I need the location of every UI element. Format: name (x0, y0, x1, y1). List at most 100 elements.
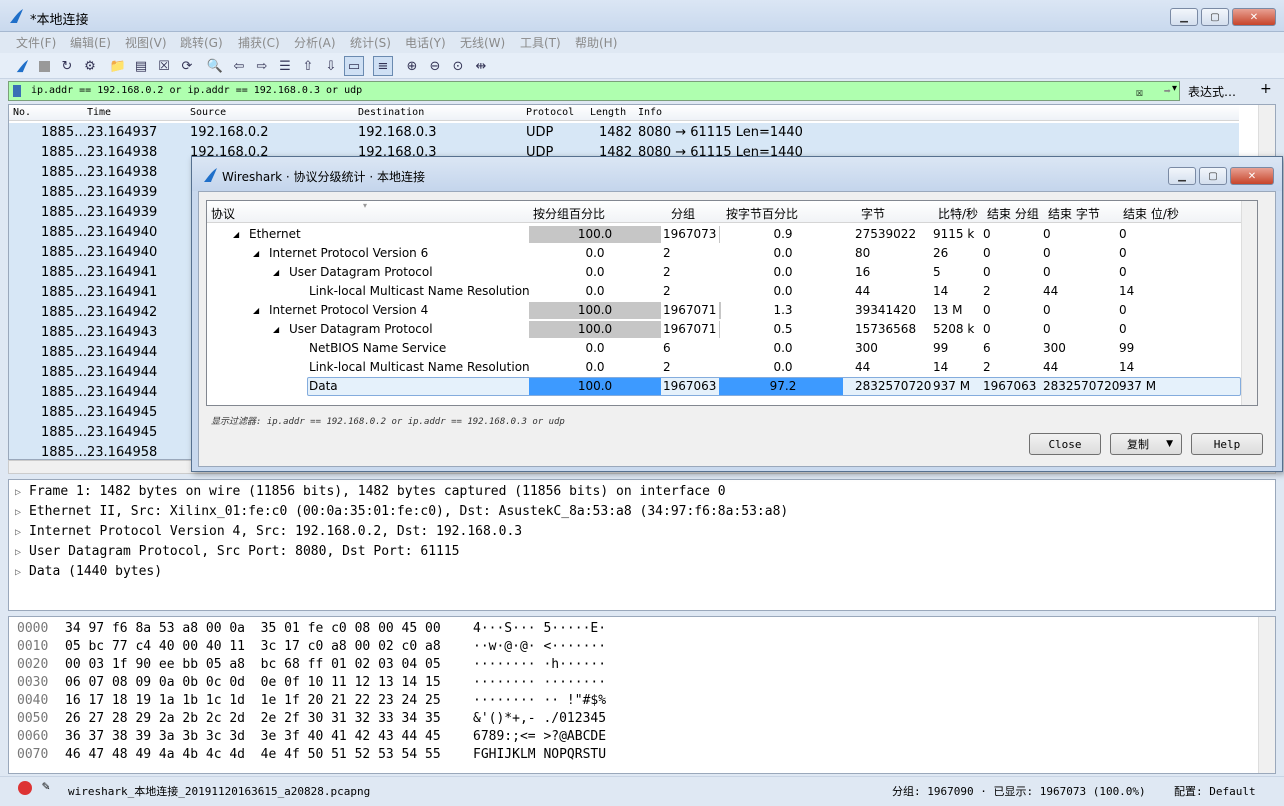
menu-analyze[interactable]: 分析(A) (294, 34, 336, 51)
expand-icon[interactable]: ▷ (15, 487, 21, 498)
hdr-end-bps[interactable]: 结束 位/秒 (1123, 205, 1179, 222)
protocol-row[interactable]: NetBIOS Name Service 0.0 6 0.0 300 99 6 300 99 (207, 339, 1243, 358)
go-to-packet-icon[interactable]: ☰ (275, 56, 295, 76)
stop-capture-icon[interactable] (34, 56, 54, 76)
dialog-maximize-button[interactable]: ▢ (1199, 167, 1227, 185)
collapse-triangle-icon[interactable]: ◢ (273, 268, 279, 277)
expression-button[interactable]: 表达式… (1188, 83, 1236, 100)
copy-button[interactable]: 复制 ▼ (1110, 433, 1182, 455)
packet-details[interactable]: ▷ Frame 1: 1482 bytes on wire (11856 bits… (8, 479, 1276, 611)
protocol-tree[interactable]: 协议 ▾ 按分组百分比 分组 按字节百分比 字节 比特/秒 结束 分组 结束 字… (206, 200, 1258, 406)
find-packet-icon[interactable]: 🔍 (205, 56, 225, 76)
close-button[interactable]: ✕ (1232, 8, 1276, 26)
packet-percent: 0.0 (585, 341, 605, 355)
apply-filter-icon[interactable]: ➡ (1164, 82, 1171, 100)
menu-capture[interactable]: 捕获(C) (238, 34, 280, 51)
hdr-packets[interactable]: 分组 (671, 205, 695, 222)
protocol-row[interactable]: ◢ Ethernet 100.0 1967073 0.9 27539022 9115 k 0 0… (207, 225, 1243, 244)
protocol-tree-scrollbar[interactable] (1241, 201, 1257, 405)
open-file-icon[interactable]: 📁 (108, 56, 128, 76)
dialog-close-action-button[interactable]: Close (1029, 433, 1101, 455)
expand-icon[interactable]: ▷ (15, 507, 21, 518)
expand-icon[interactable]: ▷ (15, 527, 21, 538)
detail-ethernet[interactable]: ▷ Ethernet II, Src: Xilinx_01:fe:c0 (00:0… (15, 504, 788, 519)
packet-row[interactable]: 1885… 23.164937 192.168.0.2 192.168.0.3 UDP 1… (9, 123, 1239, 143)
save-file-icon[interactable]: ▤ (131, 56, 151, 76)
zoom-out-icon[interactable]: ⊖ (425, 56, 445, 76)
col-source[interactable]: Source (190, 107, 226, 118)
hdr-bytes[interactable]: 字节 (861, 205, 885, 222)
autoscroll-icon[interactable]: ▭ (344, 56, 364, 76)
minimize-button[interactable]: ▁ (1170, 8, 1198, 26)
detail-frame[interactable]: ▷ Frame 1: 1482 bytes on wire (11856 bits… (15, 484, 726, 499)
collapse-triangle-icon[interactable]: ◢ (253, 249, 259, 258)
expand-icon[interactable]: ▷ (15, 567, 21, 578)
menu-wireless[interactable]: 无线(W) (460, 34, 505, 51)
protocol-row[interactable]: ◢ Internet Protocol Version 4 100.0 1967071… (207, 301, 1243, 320)
collapse-triangle-icon[interactable]: ◢ (273, 325, 279, 334)
colorize-icon[interactable]: ≡ (373, 56, 393, 76)
expert-info-icon[interactable] (18, 781, 32, 795)
go-back-icon[interactable]: ⇦ (229, 56, 249, 76)
col-info[interactable]: Info (638, 107, 662, 118)
menu-help[interactable]: 帮助(H) (575, 34, 617, 51)
collapse-triangle-icon[interactable]: ◢ (233, 230, 239, 239)
protocol-row[interactable]: ◢ Internet Protocol Version 6 0.0 2 0.0 80 26 0… (207, 244, 1243, 263)
resize-columns-icon[interactable]: ⇹ (471, 56, 491, 76)
zoom-normal-icon[interactable]: ⊙ (448, 56, 468, 76)
status-file: wireshark_本地连接_20191120163615_a20828.pca… (68, 785, 371, 798)
collapse-triangle-icon[interactable]: ◢ (253, 306, 259, 315)
packet-cell: 1885… (41, 285, 88, 300)
bytes-scrollbar[interactable] (1258, 617, 1275, 773)
reload-file-icon[interactable]: ⟳ (177, 56, 197, 76)
hdr-end-packets[interactable]: 结束 分组 (987, 205, 1039, 222)
menu-telephony[interactable]: 电话(Y) (405, 34, 446, 51)
zoom-in-icon[interactable]: ⊕ (402, 56, 422, 76)
restart-capture-icon[interactable]: ↻ (57, 56, 77, 76)
close-file-icon[interactable]: ☒ (154, 56, 174, 76)
protocol-row[interactable]: Link-local Multicast Name Resolution 0.0 2… (207, 282, 1243, 301)
protocol-row[interactable]: Data 100.0 1967063 97.2 2832570720 937 M 19670… (207, 377, 1243, 396)
first-packet-icon[interactable]: ⇧ (298, 56, 318, 76)
detail-data[interactable]: ▷ Data (1440 bytes) (15, 564, 162, 579)
capture-options-icon[interactable]: ⚙ (80, 56, 100, 76)
col-length[interactable]: Length (590, 107, 626, 118)
col-no[interactable]: No. (13, 107, 31, 118)
packet-bytes[interactable]: 0000 34 97 f6 8a 53 a8 00 0a 35 01 fe c0 … (8, 616, 1276, 774)
help-button[interactable]: Help (1191, 433, 1263, 455)
menu-edit[interactable]: 编辑(E) (70, 34, 111, 51)
hdr-byte-pct[interactable]: 按字节百分比 (726, 205, 798, 222)
hdr-end-bytes[interactable]: 结束 字节 (1048, 205, 1100, 222)
start-capture-icon[interactable] (12, 56, 32, 76)
dialog-minimize-button[interactable]: ▁ (1168, 167, 1196, 185)
comment-icon[interactable]: ✎ (42, 779, 50, 794)
protocol-row[interactable]: ◢ User Datagram Protocol 100.0 1967071 0.5 15… (207, 320, 1243, 339)
protocol-row[interactable]: ◢ User Datagram Protocol 0.0 2 0.0 16 5 0 0 0 (207, 263, 1243, 282)
col-destination[interactable]: Destination (358, 107, 424, 118)
hdr-bps[interactable]: 比特/秒 (938, 205, 978, 222)
dialog-close-button[interactable]: ✕ (1230, 167, 1274, 185)
clear-filter-icon[interactable]: ☒ (1136, 83, 1143, 101)
detail-udp[interactable]: ▷ User Datagram Protocol, Src Port: 8080,… (15, 544, 460, 559)
filter-dropdown-icon[interactable]: ▾ (1172, 83, 1177, 94)
add-filter-button[interactable]: + (1260, 81, 1272, 97)
menu-file[interactable]: 文件(F) (16, 34, 56, 51)
detail-ipv4[interactable]: ▷ Internet Protocol Version 4, Src: 192.1… (15, 524, 522, 539)
go-forward-icon[interactable]: ⇨ (252, 56, 272, 76)
bookmark-icon[interactable] (13, 85, 21, 97)
menu-go[interactable]: 跳转(G) (180, 34, 223, 51)
status-profile[interactable]: 配置: Default (1174, 783, 1256, 799)
packet-percent: 0.0 (585, 360, 605, 374)
menu-view[interactable]: 视图(V) (125, 34, 167, 51)
maximize-button[interactable]: ▢ (1201, 8, 1229, 26)
menu-tools[interactable]: 工具(T) (520, 34, 561, 51)
last-packet-icon[interactable]: ⇩ (321, 56, 341, 76)
hdr-protocol[interactable]: 协议 (211, 205, 235, 222)
display-filter-input[interactable]: ip.addr == 192.168.0.2 or ip.addr == 192… (8, 81, 1180, 101)
hdr-packet-pct[interactable]: 按分组百分比 (533, 205, 605, 222)
menu-statistics[interactable]: 统计(S) (350, 34, 391, 51)
protocol-row[interactable]: Link-local Multicast Name Resolution 0.0 2… (207, 358, 1243, 377)
col-protocol[interactable]: Protocol (526, 107, 574, 118)
col-time[interactable]: Time (87, 107, 111, 118)
expand-icon[interactable]: ▷ (15, 547, 21, 558)
